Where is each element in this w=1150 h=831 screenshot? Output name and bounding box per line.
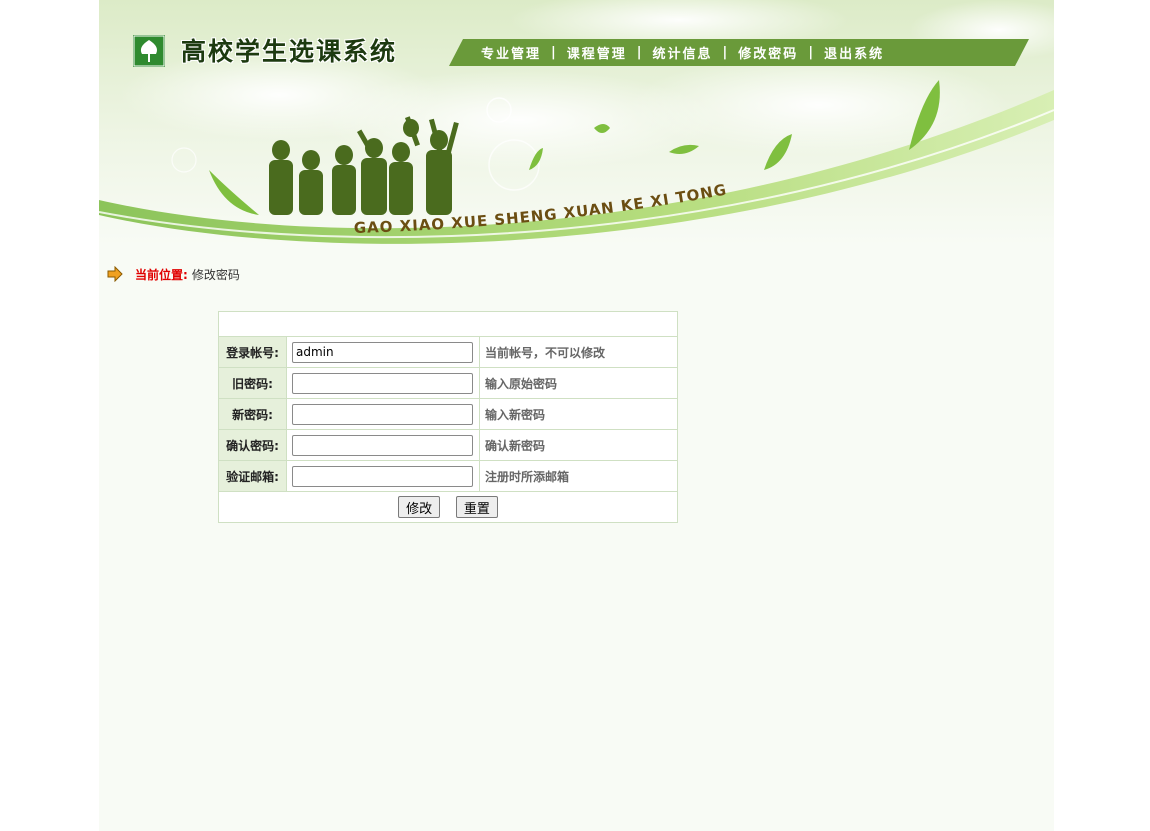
svg-text:GAO XIAO XUE SHENG XUAN KE XI: GAO XIAO XUE SHENG XUAN KE XI TONG [354,183,728,237]
nav-item-logout[interactable]: 退出系统 [824,43,884,62]
breadcrumb-label: 当前位置: [135,267,188,282]
top-nav: 专业管理 | 课程管理 | 统计信息 | 修改密码 | 退出系统 [449,39,1029,66]
nav-item-major[interactable]: 专业管理 [481,43,541,62]
form-button-cell: 修改 重置 [218,491,678,523]
breadcrumb: 当前位置: 修改密码 [107,265,240,283]
breadcrumb-current: 修改密码 [191,267,240,282]
page: 高校学生选课系统 专业管理 | 课程管理 | 统计信息 | 修改密码 | 退出系… [99,0,1054,831]
submit-button[interactable]: 修改 [398,496,441,518]
old-password-hint: 输入原始密码 [479,367,678,399]
reset-button[interactable]: 重置 [455,496,498,518]
nav-separator: | [722,45,728,60]
form-row-email: 验证邮箱: 注册时所添邮箱 [218,460,678,492]
header-banner: 高校学生选课系统 专业管理 | 课程管理 | 统计信息 | 修改密码 | 退出系… [99,0,1054,245]
email-field[interactable] [292,465,473,487]
form-row-confirm-password: 确认密码: 确认新密码 [218,429,678,461]
confirm-password-field[interactable] [292,434,473,456]
nav-separator: | [808,45,814,60]
form-row-new-password: 新密码: 输入新密码 [218,398,678,430]
form-button-row: 修改 重置 [218,491,678,523]
email-label: 验证邮箱: [218,460,287,492]
old-password-label: 旧密码: [218,367,287,399]
nav-separator: | [636,45,642,60]
form-header-cell [218,311,678,337]
logo-icon [133,35,165,67]
form-row-account: 登录帐号: 当前帐号，不可以修改 [218,336,678,368]
confirm-password-label: 确认密码: [218,429,287,461]
form-header-row [218,311,678,337]
email-hint: 注册时所添邮箱 [479,460,678,492]
old-password-field[interactable] [292,372,473,394]
account-field[interactable] [292,341,473,363]
site-title: 高校学生选课系统 [181,37,398,66]
account-hint: 当前帐号，不可以修改 [479,336,678,368]
account-label: 登录帐号: [218,336,287,368]
confirm-password-hint: 确认新密码 [479,429,678,461]
form-row-old-password: 旧密码: 输入原始密码 [218,367,678,399]
nav-item-statistics[interactable]: 统计信息 [653,43,713,62]
slogan: GAO XIAO XUE SHENG XUAN KE XI TONG [354,183,728,237]
new-password-hint: 输入新密码 [479,398,678,430]
new-password-field[interactable] [292,403,473,425]
nav-item-course[interactable]: 课程管理 [567,43,627,62]
nav-item-change-password[interactable]: 修改密码 [738,43,798,62]
new-password-label: 新密码: [218,398,287,430]
change-password-form: 登录帐号: 当前帐号，不可以修改 旧密码: 输入原始密码 新密码: 输入新密码 … [218,311,678,523]
slogan-text: GAO XIAO XUE SHENG XUAN KE XI TONG [354,183,727,237]
nav-separator: | [551,45,556,60]
arrow-right-icon [107,266,123,282]
